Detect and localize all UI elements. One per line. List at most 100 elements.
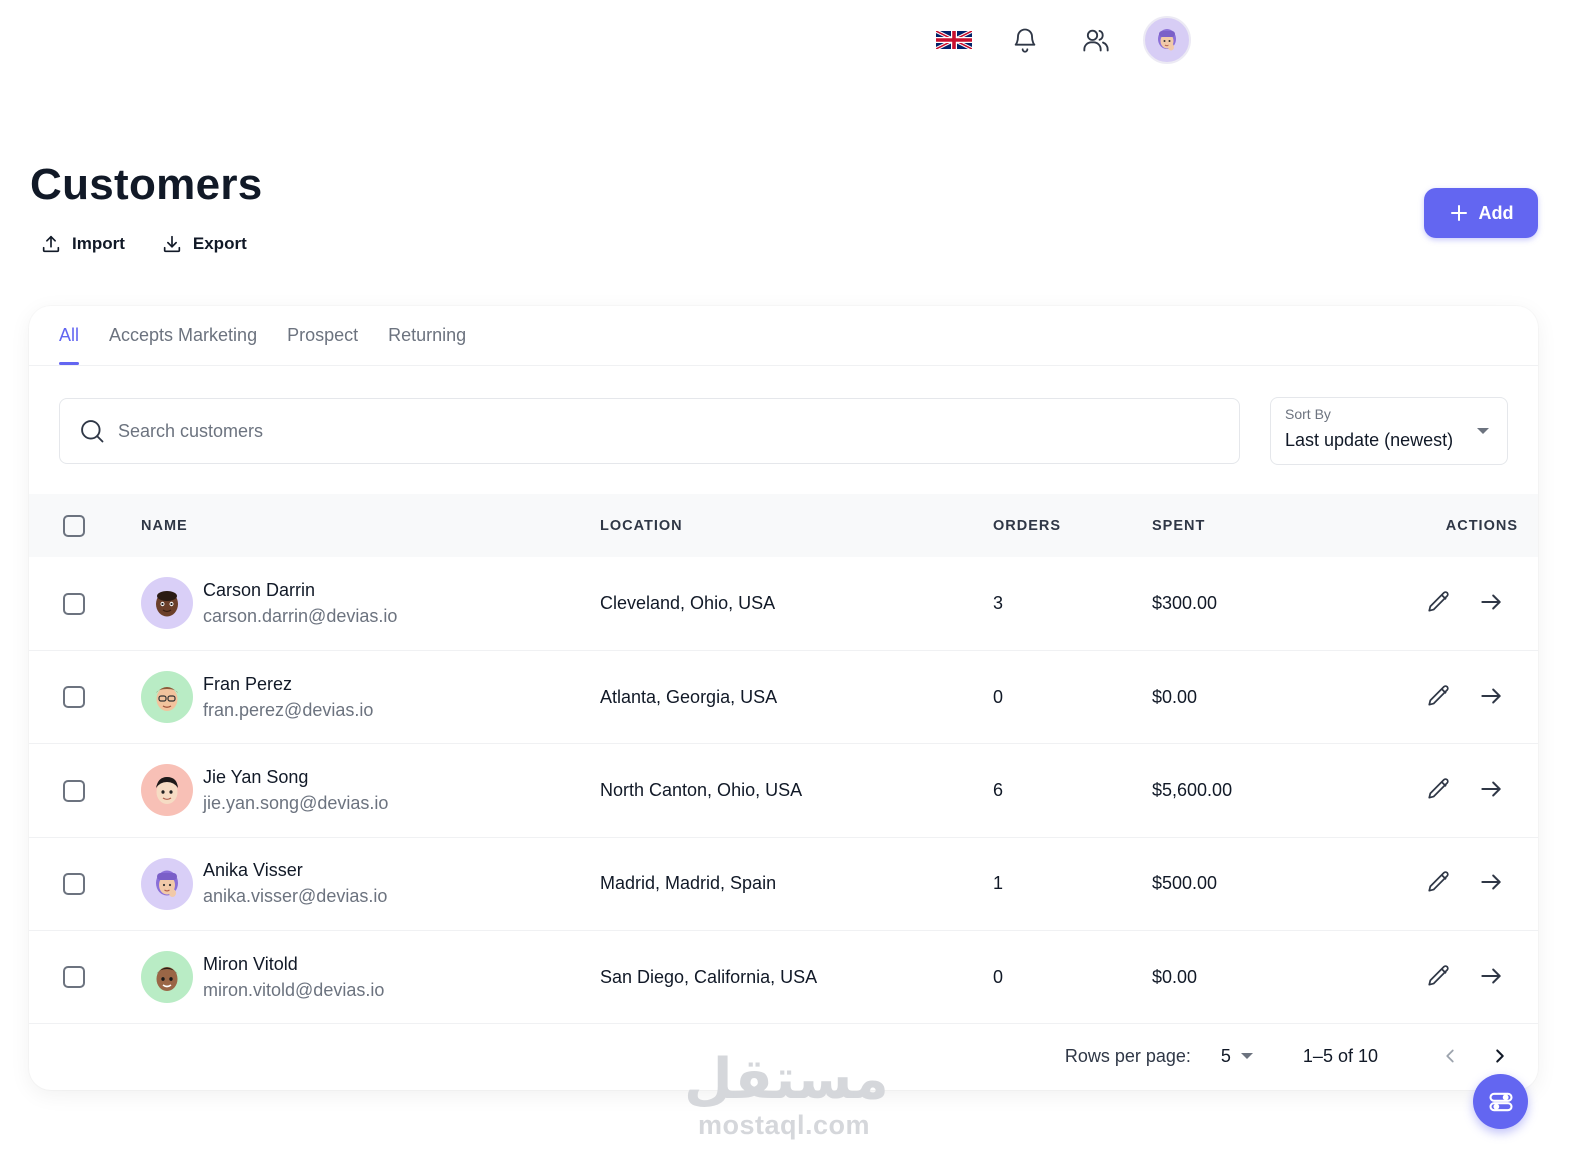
- location-cell: Cleveland, Ohio, USA: [600, 592, 776, 613]
- customer-name[interactable]: Fran Perez: [203, 674, 373, 695]
- pagination-range: 1–5 of 10: [1302, 1045, 1378, 1066]
- tab-prospect[interactable]: Prospect: [287, 306, 358, 365]
- customer-name[interactable]: Anika Visser: [203, 860, 387, 881]
- filters-bar: Sort By Last update (newest): [29, 366, 1538, 494]
- name-cell: Miron Vitold miron.vitold@devias.io: [141, 931, 600, 1024]
- table-row[interactable]: Anika Visser anika.visser@devias.io Madr…: [29, 837, 1538, 931]
- spent-cell: $0.00: [1152, 966, 1198, 987]
- row-checkbox[interactable]: [63, 686, 85, 709]
- spent-cell: $500.00: [1152, 873, 1218, 894]
- actions-cell: [1382, 650, 1538, 743]
- avatar: [141, 764, 193, 817]
- customer-email: fran.perez@devias.io: [203, 699, 374, 720]
- table-row[interactable]: Carson Darrin carson.darrin@devias.io Cl…: [29, 557, 1538, 651]
- add-customer-button[interactable]: Add: [1424, 188, 1538, 238]
- orders-cell: 1: [993, 873, 1004, 894]
- bell-icon: [1014, 28, 1036, 53]
- pencil-icon: [1428, 591, 1449, 612]
- pencil-icon: [1428, 684, 1449, 706]
- view-button[interactable]: [1476, 681, 1506, 711]
- arrow-right-icon: [1481, 781, 1501, 797]
- toggles-icon: [1488, 1092, 1513, 1111]
- search-box[interactable]: [59, 398, 1240, 464]
- name-cell: Fran Perez fran.perez@devias.io: [141, 650, 600, 743]
- search-input[interactable]: [118, 420, 1118, 442]
- view-button[interactable]: [1476, 774, 1506, 804]
- customer-name[interactable]: Jie Yan Song: [203, 767, 388, 788]
- row-checkbox[interactable]: [63, 966, 85, 989]
- actions-cell: [1382, 837, 1538, 930]
- settings-fab[interactable]: [1473, 1074, 1528, 1129]
- row-select-cell: [29, 744, 141, 837]
- customer-name[interactable]: Miron Vitold: [203, 954, 384, 975]
- customer-name[interactable]: Carson Darrin: [203, 580, 397, 601]
- row-select-cell: [29, 837, 141, 930]
- orders-cell: 0: [993, 966, 1004, 987]
- tab-returning[interactable]: Returning: [388, 306, 466, 365]
- location-cell: San Diego, California, USA: [600, 966, 818, 987]
- header-select-cell: [29, 494, 141, 557]
- row-select-cell: [29, 557, 141, 650]
- actions-cell: [1382, 557, 1538, 650]
- avatar-memoji-icon: [156, 777, 178, 805]
- location-cell: Madrid, Madrid, Spain: [600, 873, 777, 894]
- table-header-row: NAME LOCATION ORDERS SPENT ACTIONS: [29, 494, 1538, 557]
- customer-email: anika.visser@devias.io: [203, 886, 388, 907]
- row-checkbox[interactable]: [63, 779, 85, 802]
- table-row[interactable]: Jie Yan Song jie.yan.song@devias.io Nort…: [29, 744, 1538, 838]
- name-cell: Jie Yan Song jie.yan.song@devias.io: [141, 744, 600, 837]
- table-row[interactable]: Fran Perez fran.perez@devias.io Atlanta,…: [29, 650, 1538, 744]
- contacts-button[interactable]: [1072, 16, 1120, 64]
- rows-per-page-value: 5: [1220, 1045, 1231, 1066]
- avatar-memoji-icon: [156, 870, 178, 897]
- next-page-button[interactable]: [1482, 1038, 1518, 1074]
- actions-cell: [1382, 744, 1538, 837]
- tab-accepts-marketing[interactable]: Accepts Marketing: [109, 306, 257, 365]
- view-button[interactable]: [1476, 587, 1506, 617]
- spent-cell: $5,600.00: [1152, 779, 1233, 800]
- previous-page-button[interactable]: [1432, 1038, 1468, 1074]
- column-header-spent: SPENT: [1152, 517, 1206, 534]
- edit-button[interactable]: [1424, 587, 1454, 617]
- search-icon: [81, 420, 104, 443]
- sort-value: Last update (newest): [1285, 430, 1454, 450]
- top-bar: [930, 14, 1191, 66]
- view-button[interactable]: [1476, 867, 1506, 897]
- avatar-memoji-icon: [156, 591, 178, 617]
- name-cell: Anika Visser anika.visser@devias.io: [141, 837, 600, 930]
- table-row[interactable]: Miron Vitold miron.vitold@devias.io San …: [29, 931, 1538, 1024]
- sort-select[interactable]: Sort By Last update (newest): [1270, 397, 1508, 465]
- notifications-button[interactable]: [1001, 16, 1049, 64]
- sort-label: Sort By: [1285, 406, 1331, 422]
- spent-cell: $0.00: [1152, 686, 1198, 707]
- edit-button[interactable]: [1424, 867, 1454, 897]
- rows-per-page-select[interactable]: 5: [1221, 1046, 1253, 1067]
- edit-button[interactable]: [1424, 774, 1454, 804]
- plus-icon: [1450, 205, 1467, 221]
- orders-cell: 3: [993, 592, 1004, 613]
- download-icon: [163, 235, 181, 253]
- language-button[interactable]: [930, 16, 978, 64]
- tab-all[interactable]: All: [59, 306, 80, 365]
- customers-card: All Accepts Marketing Prospect Returning…: [29, 306, 1538, 1090]
- arrow-right-icon: [1481, 968, 1501, 984]
- row-checkbox[interactable]: [63, 592, 85, 615]
- customer-email: jie.yan.song@devias.io: [203, 792, 389, 813]
- arrow-right-icon: [1481, 688, 1501, 704]
- import-label: Import: [72, 234, 125, 253]
- account-avatar[interactable]: [1143, 16, 1191, 64]
- row-select-cell: [29, 931, 141, 1024]
- edit-button[interactable]: [1424, 681, 1454, 711]
- customer-email: carson.darrin@devias.io: [203, 605, 398, 626]
- avatar: [141, 951, 193, 1004]
- row-checkbox[interactable]: [63, 872, 85, 895]
- import-button[interactable]: Import: [40, 230, 125, 258]
- select-all-checkbox[interactable]: [63, 514, 85, 537]
- avatar-memoji-icon: [156, 687, 178, 712]
- pagination: Rows per page: 5 1–5 of 10: [29, 1024, 1538, 1088]
- edit-button[interactable]: [1424, 961, 1454, 991]
- pencil-icon: [1428, 965, 1449, 986]
- arrow-right-icon: [1481, 874, 1501, 890]
- view-button[interactable]: [1476, 961, 1506, 991]
- export-button[interactable]: Export: [161, 230, 247, 258]
